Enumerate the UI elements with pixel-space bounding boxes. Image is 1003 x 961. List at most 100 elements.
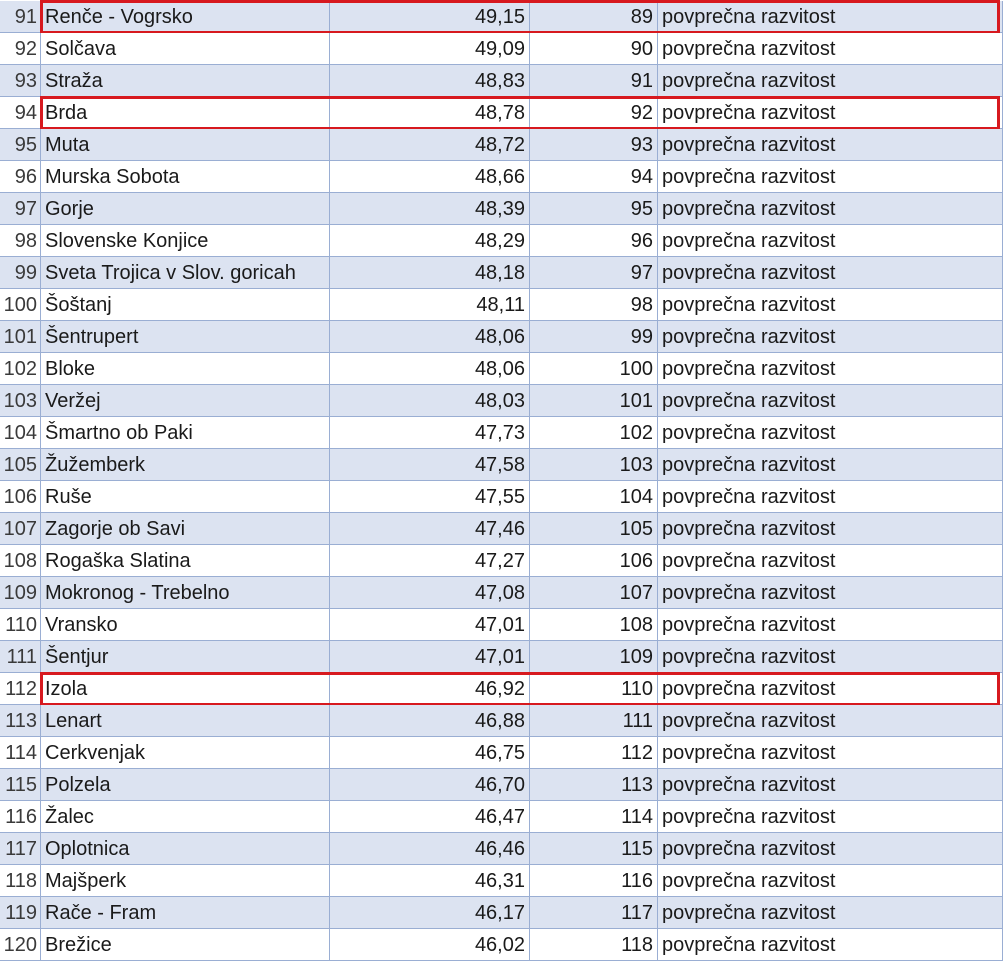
category-cell[interactable]: povprečna razvitost bbox=[658, 449, 1003, 481]
category-cell[interactable]: povprečna razvitost bbox=[658, 353, 1003, 385]
category-cell[interactable]: povprečna razvitost bbox=[658, 385, 1003, 417]
score-cell[interactable]: 46,02 bbox=[330, 929, 530, 961]
rank-cell[interactable]: 93 bbox=[530, 129, 658, 161]
row-number[interactable]: 109 bbox=[0, 577, 41, 609]
rank-cell[interactable]: 118 bbox=[530, 929, 658, 961]
table-row[interactable]: 105 Žužemberk 47,58 103 povprečna razvitost bbox=[0, 449, 1003, 481]
municipality-cell[interactable]: Majšperk bbox=[41, 865, 330, 897]
table-row[interactable]: 119 Rače - Fram 46,17 117 povprečna razvitos… bbox=[0, 897, 1003, 929]
category-cell[interactable]: povprečna razvitost bbox=[658, 801, 1003, 833]
category-cell[interactable]: povprečna razvitost bbox=[658, 33, 1003, 65]
table-row[interactable]: 111 Šentjur 47,01 109 povprečna razvitost bbox=[0, 641, 1003, 673]
row-number[interactable]: 101 bbox=[0, 321, 41, 353]
rank-cell[interactable]: 116 bbox=[530, 865, 658, 897]
municipality-cell[interactable]: Murska Sobota bbox=[41, 161, 330, 193]
score-cell[interactable]: 47,55 bbox=[330, 481, 530, 513]
row-number[interactable]: 103 bbox=[0, 385, 41, 417]
rank-cell[interactable]: 97 bbox=[530, 257, 658, 289]
municipality-cell[interactable]: Muta bbox=[41, 129, 330, 161]
score-cell[interactable]: 48,06 bbox=[330, 353, 530, 385]
rank-cell[interactable]: 90 bbox=[530, 33, 658, 65]
municipality-cell[interactable]: Solčava bbox=[41, 33, 330, 65]
table-row[interactable]: 97 Gorje 48,39 95 povprečna razvitost bbox=[0, 193, 1003, 225]
row-number[interactable]: 111 bbox=[0, 641, 41, 673]
row-number[interactable]: 96 bbox=[0, 161, 41, 193]
row-number[interactable]: 114 bbox=[0, 737, 41, 769]
score-cell[interactable]: 48,83 bbox=[330, 65, 530, 97]
municipality-cell[interactable]: Rače - Fram bbox=[41, 897, 330, 929]
category-cell[interactable]: povprečna razvitost bbox=[658, 769, 1003, 801]
rank-cell[interactable]: 117 bbox=[530, 897, 658, 929]
rank-cell[interactable]: 111 bbox=[530, 705, 658, 737]
table-row[interactable]: 95 Muta 48,72 93 povprečna razvitost bbox=[0, 129, 1003, 161]
rank-cell[interactable]: 101 bbox=[530, 385, 658, 417]
rank-cell[interactable]: 113 bbox=[530, 769, 658, 801]
municipality-cell[interactable]: Renče - Vogrsko bbox=[41, 1, 330, 33]
score-cell[interactable]: 46,46 bbox=[330, 833, 530, 865]
municipality-cell[interactable]: Šoštanj bbox=[41, 289, 330, 321]
table-row[interactable]: 93 Straža 48,83 91 povprečna razvitost bbox=[0, 65, 1003, 97]
table-row[interactable]: 115 Polzela 46,70 113 povprečna razvitost bbox=[0, 769, 1003, 801]
rank-cell[interactable]: 114 bbox=[530, 801, 658, 833]
score-cell[interactable]: 46,92 bbox=[330, 673, 530, 705]
table-row[interactable]: 108 Rogaška Slatina 47,27 106 povprečna razv… bbox=[0, 545, 1003, 577]
score-cell[interactable]: 46,88 bbox=[330, 705, 530, 737]
municipality-cell[interactable]: Lenart bbox=[41, 705, 330, 737]
row-number[interactable]: 100 bbox=[0, 289, 41, 321]
row-number[interactable]: 108 bbox=[0, 545, 41, 577]
row-number[interactable]: 120 bbox=[0, 929, 41, 961]
category-cell[interactable]: povprečna razvitost bbox=[658, 225, 1003, 257]
row-number[interactable]: 94 bbox=[0, 97, 41, 129]
score-cell[interactable]: 46,31 bbox=[330, 865, 530, 897]
table-row[interactable]: 120 Brežice 46,02 118 povprečna razvitost bbox=[0, 929, 1003, 961]
category-cell[interactable]: povprečna razvitost bbox=[658, 897, 1003, 929]
municipality-cell[interactable]: Polzela bbox=[41, 769, 330, 801]
municipality-cell[interactable]: Straža bbox=[41, 65, 330, 97]
rank-cell[interactable]: 107 bbox=[530, 577, 658, 609]
row-number[interactable]: 105 bbox=[0, 449, 41, 481]
table-row[interactable]: 116 Žalec 46,47 114 povprečna razvitost bbox=[0, 801, 1003, 833]
municipality-cell[interactable]: Mokronog - Trebelno bbox=[41, 577, 330, 609]
category-cell[interactable]: povprečna razvitost bbox=[658, 321, 1003, 353]
table-row[interactable]: 98 Slovenske Konjice 48,29 96 povprečna razv… bbox=[0, 225, 1003, 257]
table-row[interactable]: 117 Oplotnica 46,46 115 povprečna razvitost bbox=[0, 833, 1003, 865]
rank-cell[interactable]: 104 bbox=[530, 481, 658, 513]
category-cell[interactable]: povprečna razvitost bbox=[658, 481, 1003, 513]
score-cell[interactable]: 47,46 bbox=[330, 513, 530, 545]
category-cell[interactable]: povprečna razvitost bbox=[658, 129, 1003, 161]
table-row[interactable]: 101 Šentrupert 48,06 99 povprečna razvitost bbox=[0, 321, 1003, 353]
municipality-cell[interactable]: Brda bbox=[41, 97, 330, 129]
municipality-cell[interactable]: Žalec bbox=[41, 801, 330, 833]
rank-cell[interactable]: 103 bbox=[530, 449, 658, 481]
rank-cell[interactable]: 106 bbox=[530, 545, 658, 577]
category-cell[interactable]: povprečna razvitost bbox=[658, 193, 1003, 225]
rank-cell[interactable]: 98 bbox=[530, 289, 658, 321]
municipality-cell[interactable]: Gorje bbox=[41, 193, 330, 225]
table-row[interactable]: 94 Brda 48,78 92 povprečna razvitost bbox=[0, 97, 1003, 129]
category-cell[interactable]: povprečna razvitost bbox=[658, 513, 1003, 545]
score-cell[interactable]: 48,18 bbox=[330, 257, 530, 289]
score-cell[interactable]: 48,03 bbox=[330, 385, 530, 417]
municipality-cell[interactable]: Sveta Trojica v Slov. goricah bbox=[41, 257, 330, 289]
category-cell[interactable]: povprečna razvitost bbox=[658, 641, 1003, 673]
municipality-cell[interactable]: Žužemberk bbox=[41, 449, 330, 481]
municipality-cell[interactable]: Slovenske Konjice bbox=[41, 225, 330, 257]
row-number[interactable]: 99 bbox=[0, 257, 41, 289]
row-number[interactable]: 107 bbox=[0, 513, 41, 545]
score-cell[interactable]: 46,47 bbox=[330, 801, 530, 833]
row-number[interactable]: 119 bbox=[0, 897, 41, 929]
municipality-cell[interactable]: Zagorje ob Savi bbox=[41, 513, 330, 545]
rank-cell[interactable]: 109 bbox=[530, 641, 658, 673]
table-row[interactable]: 102 Bloke 48,06 100 povprečna razvitost bbox=[0, 353, 1003, 385]
rank-cell[interactable]: 94 bbox=[530, 161, 658, 193]
row-number[interactable]: 97 bbox=[0, 193, 41, 225]
score-cell[interactable]: 47,08 bbox=[330, 577, 530, 609]
score-cell[interactable]: 46,70 bbox=[330, 769, 530, 801]
category-cell[interactable]: povprečna razvitost bbox=[658, 289, 1003, 321]
category-cell[interactable]: povprečna razvitost bbox=[658, 609, 1003, 641]
row-number[interactable]: 93 bbox=[0, 65, 41, 97]
category-cell[interactable]: povprečna razvitost bbox=[658, 833, 1003, 865]
score-cell[interactable]: 47,27 bbox=[330, 545, 530, 577]
table-row[interactable]: 103 Veržej 48,03 101 povprečna razvitost bbox=[0, 385, 1003, 417]
table-row[interactable]: 109 Mokronog - Trebelno 47,08 107 povprečna … bbox=[0, 577, 1003, 609]
